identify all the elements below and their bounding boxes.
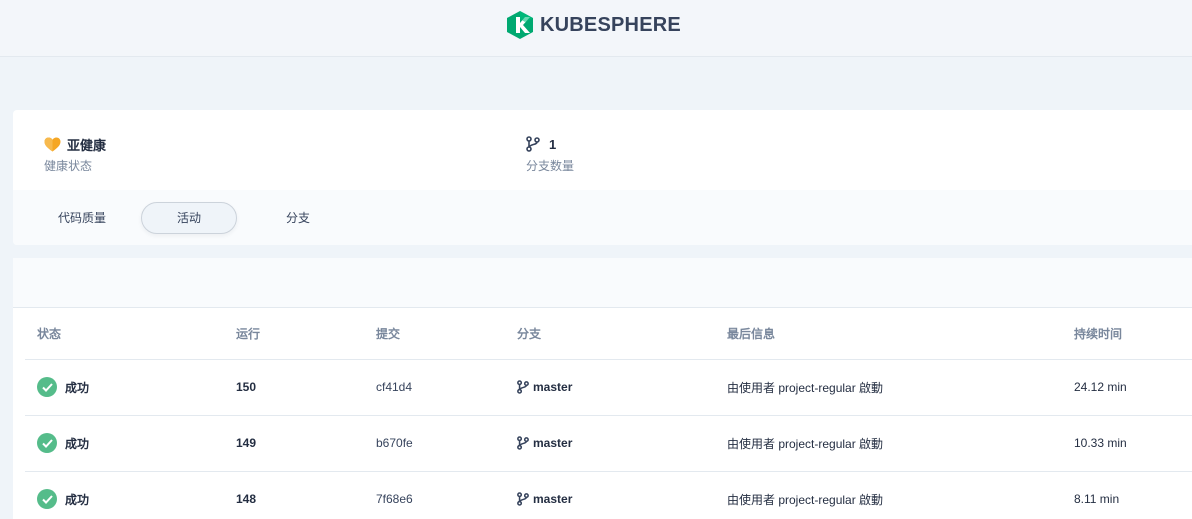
activity-table: 状态 运行 提交 分支 最后信息 持续时间 成功 150 cf41d4 mast…: [25, 308, 1192, 519]
branch-count-value: 1: [549, 136, 557, 152]
branch-cell: master: [517, 436, 727, 450]
success-check-icon: [37, 489, 57, 509]
header-duration: 持续时间: [1074, 308, 1192, 360]
run-number[interactable]: 148: [236, 471, 376, 519]
tab-activity[interactable]: 活动: [141, 202, 237, 234]
status-text: 成功: [65, 380, 90, 395]
table-row[interactable]: 成功 148 7f68e6 master 由使用者 project-regula…: [25, 471, 1192, 519]
run-status: 成功: [37, 433, 236, 453]
branch-icon: [517, 436, 529, 450]
success-check-icon: [37, 433, 57, 453]
branch-name: master: [533, 380, 573, 394]
run-status: 成功: [37, 377, 236, 397]
branch-name: master: [533, 436, 573, 450]
health-value: 亚健康: [67, 137, 107, 153]
branch-cell: master: [517, 492, 727, 506]
brand-name: KUBESPHERE: [540, 13, 681, 36]
kubesphere-logo[interactable]: KUBESPHERE: [507, 10, 681, 40]
top-bar: KUBESPHERE: [0, 0, 1192, 57]
branch-count-label: 分支数量: [526, 159, 575, 173]
commit-id[interactable]: cf41d4: [376, 359, 517, 416]
table-row[interactable]: 成功 150 cf41d4 master 由使用者 project-regula…: [25, 359, 1192, 416]
branch-cell: master: [517, 380, 727, 394]
branch-name: master: [533, 492, 573, 506]
duration: 10.33 min: [1074, 415, 1192, 472]
activity-list-card: 状态 运行 提交 分支 最后信息 持续时间 成功 150 cf41d4 mast…: [13, 258, 1192, 519]
commit-id[interactable]: 7f68e6: [376, 471, 517, 519]
health-status: 亚健康 健康状态: [44, 134, 106, 174]
table-header-row: 状态 运行 提交 分支 最后信息 持续时间: [25, 308, 1192, 360]
header-last-message: 最后信息: [727, 308, 1074, 360]
header-commit: 提交: [376, 308, 517, 360]
last-message: 由使用者 project-regular 啟動: [727, 471, 1074, 519]
last-message: 由使用者 project-regular 啟動: [727, 415, 1074, 472]
status-text: 成功: [65, 436, 90, 451]
health-label: 健康状态: [44, 159, 93, 173]
heart-icon: [44, 135, 64, 153]
table-row[interactable]: 成功 149 b670fe master 由使用者 project-regula…: [25, 415, 1192, 472]
branch-count: 1 分支数量: [526, 134, 574, 174]
last-message: 由使用者 project-regular 啟動: [727, 359, 1074, 416]
duration: 8.11 min: [1074, 471, 1192, 519]
run-number[interactable]: 149: [236, 415, 376, 472]
branch-icon: [517, 492, 529, 506]
commit-id[interactable]: b670fe: [376, 415, 517, 472]
branch-icon: [526, 135, 546, 153]
pipeline-tabs: 代码质量 活动 分支: [13, 190, 1192, 245]
pipeline-summary-card: 亚健康 健康状态 1 分支数量 代码质量 活动 分支: [13, 110, 1192, 245]
tab-branches[interactable]: 分支: [269, 202, 327, 234]
duration: 24.12 min: [1074, 359, 1192, 416]
header-branch: 分支: [517, 308, 727, 360]
header-run: 运行: [236, 308, 376, 360]
run-status: 成功: [37, 489, 236, 509]
status-text: 成功: [65, 492, 90, 507]
run-number[interactable]: 150: [236, 359, 376, 416]
kubesphere-logo-icon: [507, 11, 533, 39]
header-status: 状态: [25, 308, 236, 360]
branch-icon: [517, 380, 529, 394]
list-toolbar: [13, 258, 1192, 308]
tab-code-quality[interactable]: 代码质量: [41, 202, 123, 234]
success-check-icon: [37, 377, 57, 397]
